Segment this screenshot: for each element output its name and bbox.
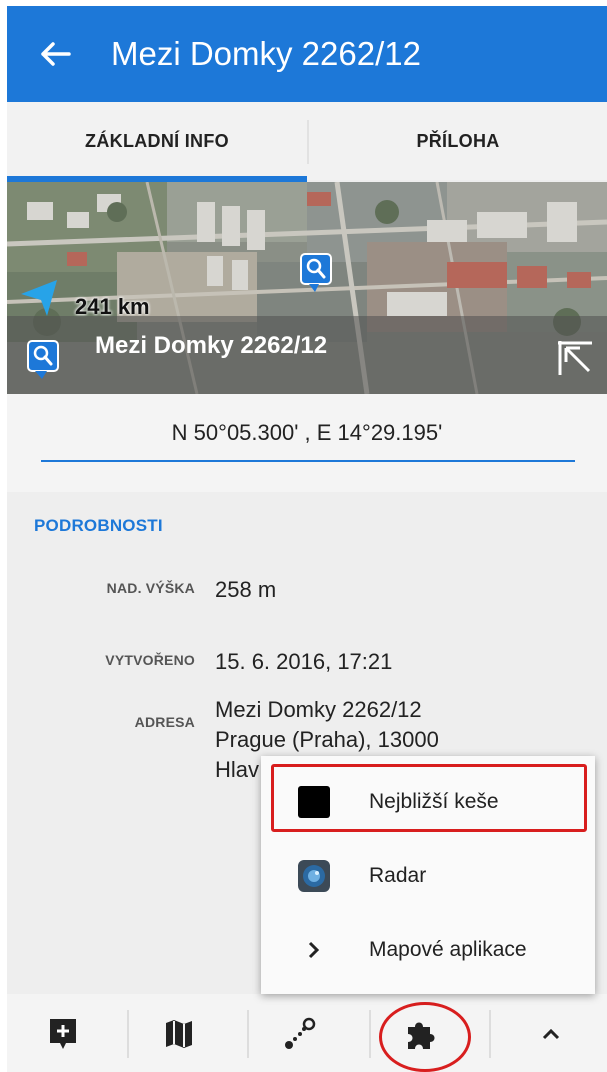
created-value: 15. 6. 2016, 17:21 (215, 649, 393, 674)
page-title: Mezi Domky 2262/12 (111, 35, 421, 72)
menu-item-label: Radar (369, 864, 427, 887)
elevation-label: NAD. VÝŠKA (106, 580, 195, 596)
menu-item-map-apps[interactable]: Mapové aplikace (261, 914, 595, 986)
highlight-box (271, 764, 587, 832)
app-bar: Mezi Domky 2262/12 (7, 6, 607, 102)
toolbar-separator (369, 1010, 371, 1058)
toolbar-separator (247, 1010, 249, 1058)
back-arrow-icon[interactable] (33, 32, 77, 76)
expand-map-icon[interactable] (555, 338, 595, 378)
map-icon[interactable] (149, 1006, 209, 1062)
coordinates-underline (41, 460, 575, 462)
chevron-right-icon (297, 933, 331, 967)
address-line-2: Prague (Praha), 13000 (215, 727, 439, 752)
coordinates-section: N 50°05.300' , E 14°29.195' (7, 394, 607, 492)
address-line-1: Mezi Domky 2262/12 (215, 697, 422, 722)
route-icon[interactable] (269, 1006, 329, 1062)
menu-item-label: Mapové aplikace (369, 938, 527, 961)
radar-icon (297, 859, 331, 893)
elevation-value: 258 m (215, 577, 277, 602)
app-screen: Mezi Domky 2262/12 ZÁKLADNÍ INFO PŘÍLOHA (7, 6, 607, 1072)
toolbar-separator (489, 1010, 491, 1058)
details-section-title: PODROBNOSTI (34, 516, 163, 535)
map-preview[interactable]: 241 km Mezi Domky 2262/12 (7, 182, 607, 394)
toolbar-separator (127, 1010, 129, 1058)
tab-bar: ZÁKLADNÍ INFO PŘÍLOHA (7, 102, 607, 180)
bottom-toolbar (7, 994, 607, 1072)
created-label: VYTVOŘENO (105, 652, 195, 668)
address-label: ADRESA (134, 714, 195, 730)
menu-item-radar[interactable]: Radar (261, 840, 595, 912)
puzzle-highlight-circle (379, 1002, 471, 1072)
cache-type-icon (27, 340, 59, 380)
chevron-up-icon[interactable] (521, 1006, 581, 1062)
address-line-3: Hlav (215, 757, 260, 782)
coordinates-text[interactable]: N 50°05.300' , E 14°29.195' (7, 420, 607, 446)
tab-basic-info[interactable]: ZÁKLADNÍ INFO (7, 102, 307, 180)
map-place-name: Mezi Domky 2262/12 (95, 332, 328, 359)
add-note-icon[interactable] (33, 1006, 93, 1062)
tab-attachment[interactable]: PŘÍLOHA (309, 102, 607, 180)
